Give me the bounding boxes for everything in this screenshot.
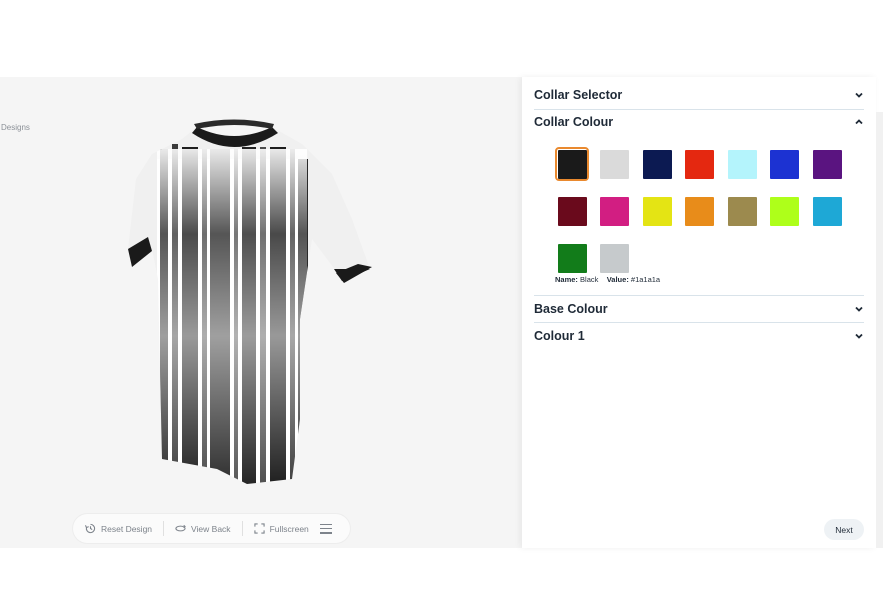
colour-swatch[interactable] — [768, 194, 802, 228]
divider — [534, 295, 864, 296]
selected-colour-info: Name: Black Value: #1a1a1a — [555, 275, 660, 284]
swatch-fill — [557, 196, 587, 226]
section-title: Base Colour — [534, 302, 608, 316]
section-title: Collar Colour — [534, 115, 614, 129]
section-base-colour[interactable]: Base Colour — [534, 302, 864, 316]
divider — [534, 109, 864, 110]
swatch-fill — [600, 149, 629, 179]
colour-swatch[interactable] — [725, 147, 759, 181]
colour-swatch[interactable] — [683, 147, 717, 181]
name-label: Name: — [555, 275, 578, 284]
section-title: Collar Selector — [534, 88, 623, 102]
swatch-fill — [557, 149, 587, 179]
fullscreen-button[interactable]: Fullscreen — [253, 523, 320, 534]
next-button[interactable]: Next — [824, 519, 864, 540]
swatch-fill — [770, 149, 799, 179]
swatch-fill — [642, 149, 672, 179]
swatch-fill — [600, 243, 629, 273]
swatch-fill — [812, 196, 842, 226]
section-collar-selector[interactable]: Collar Selector — [534, 88, 864, 102]
colour-swatch[interactable] — [640, 147, 674, 181]
section-colour-1[interactable]: Colour 1 — [534, 329, 864, 343]
swatch-fill — [685, 196, 714, 226]
design-canvas[interactable]: Designs Reset Design View Back Fullscree… — [0, 77, 522, 548]
colour-swatch[interactable] — [555, 147, 589, 181]
swatch-fill — [642, 196, 672, 226]
swatch-fill — [770, 196, 799, 226]
jersey-preview[interactable] — [122, 119, 377, 489]
section-collar-colour[interactable]: Collar Colour — [534, 115, 864, 129]
colour-swatch[interactable] — [810, 147, 844, 181]
chevron-down-icon — [855, 333, 863, 339]
chevron-down-icon — [855, 306, 863, 312]
view-back-label: View Back — [191, 523, 231, 534]
swatch-fill — [727, 196, 757, 226]
fullscreen-label: Fullscreen — [269, 523, 309, 534]
value-label: Value: — [606, 275, 629, 284]
colour-swatch[interactable] — [640, 194, 674, 228]
reset-design-button[interactable]: Reset Design — [85, 523, 163, 534]
preview-toolbar: Reset Design View Back Fullscreen — [73, 514, 350, 543]
expand-icon — [253, 523, 265, 534]
swatch-fill — [812, 149, 842, 179]
swatch-fill — [727, 149, 757, 179]
toolbar-divider — [241, 521, 243, 536]
hamburger-icon[interactable] — [319, 523, 332, 534]
rotate-icon — [175, 524, 186, 532]
colour-swatch[interactable] — [598, 194, 632, 228]
colour-swatch[interactable] — [598, 147, 632, 181]
swatch-fill — [685, 149, 714, 179]
scrollbar-track[interactable] — [876, 112, 883, 548]
chevron-down-icon — [855, 92, 863, 98]
selected-colour-value: #1a1a1a — [630, 275, 661, 284]
selected-colour-name: Black — [580, 275, 599, 284]
history-icon — [85, 523, 96, 534]
view-back-button[interactable]: View Back — [175, 523, 242, 534]
colour-swatch-grid — [555, 147, 853, 275]
colour-swatch[interactable] — [555, 241, 589, 275]
colour-swatch[interactable] — [725, 194, 759, 228]
colour-swatch[interactable] — [598, 241, 632, 275]
swatch-fill — [557, 243, 587, 273]
colour-swatch[interactable] — [768, 147, 802, 181]
breadcrumb[interactable]: Designs — [1, 123, 30, 132]
chevron-up-icon — [855, 119, 863, 125]
colour-swatch[interactable] — [683, 194, 717, 228]
reset-design-label: Reset Design — [101, 523, 153, 534]
colour-swatch[interactable] — [555, 194, 589, 228]
customizer-panel: Collar Selector Collar Colour Name: Blac… — [522, 77, 876, 548]
colour-swatch[interactable] — [810, 194, 844, 228]
swatch-fill — [600, 196, 629, 226]
section-title: Colour 1 — [534, 329, 585, 343]
divider — [534, 322, 864, 323]
toolbar-divider — [163, 521, 165, 536]
